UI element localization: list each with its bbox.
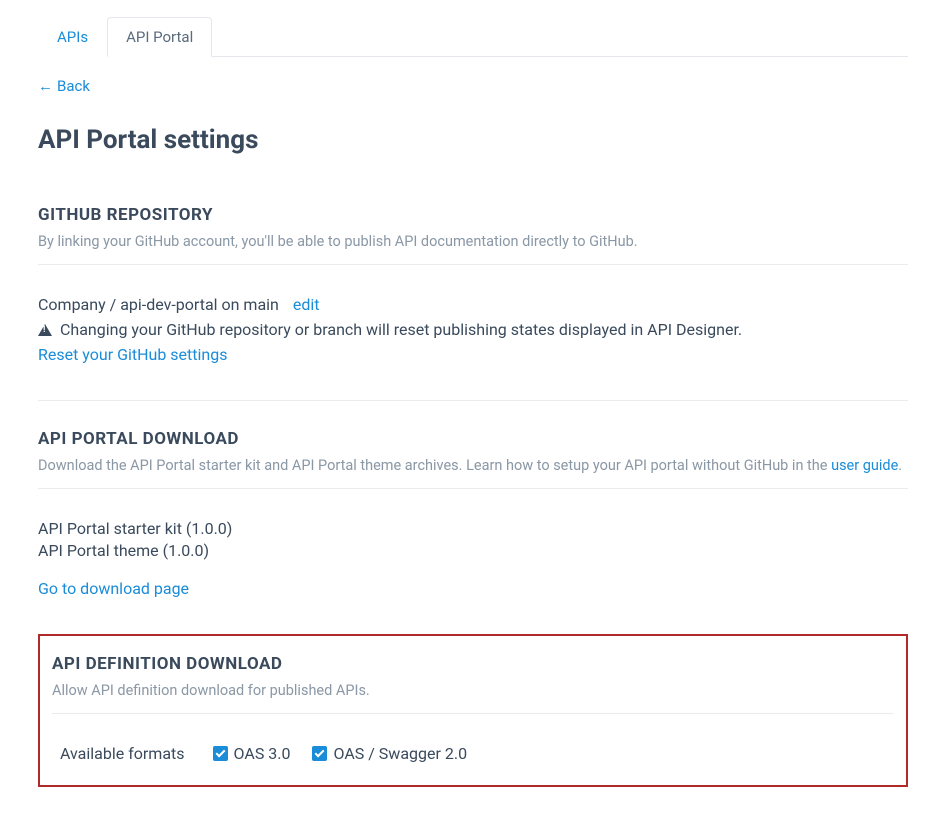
github-section-desc: By linking your GitHub account, you'll b… <box>38 233 908 250</box>
formats-label: Available formats <box>60 744 185 763</box>
user-guide-link[interactable]: user guide <box>831 457 898 474</box>
checkbox-swagger2-label: OAS / Swagger 2.0 <box>333 744 467 763</box>
checkbox-oas3-group: OAS 3.0 <box>213 744 291 763</box>
arrow-left-icon: ← <box>38 77 53 95</box>
repo-text: Company / api-dev-portal on main <box>38 295 279 314</box>
download-section-header: API PORTAL DOWNLOAD <box>38 429 908 449</box>
page-title: API Portal settings <box>38 125 908 155</box>
warning-icon <box>38 324 52 336</box>
github-section-header: GITHUB REPOSITORY <box>38 205 908 225</box>
checkbox-swagger2-group: OAS / Swagger 2.0 <box>312 744 467 763</box>
tab-apis[interactable]: APIs <box>38 17 107 57</box>
download-item-theme: API Portal theme (1.0.0) <box>38 541 908 560</box>
reset-github-link[interactable]: Reset your GitHub settings <box>38 345 908 364</box>
back-link-label: Back <box>57 77 90 95</box>
warning-text: Changing your GitHub repository or branc… <box>60 320 742 339</box>
tab-api-portal[interactable]: API Portal <box>107 17 212 57</box>
definition-section-desc: Allow API definition download for publis… <box>52 682 894 699</box>
divider <box>38 488 908 489</box>
checkbox-oas3[interactable] <box>213 746 228 761</box>
go-download-link[interactable]: Go to download page <box>38 579 189 598</box>
repo-line: Company / api-dev-portal on main edit <box>38 295 908 314</box>
definition-section-header: API DEFINITION DOWNLOAD <box>52 654 894 674</box>
api-portal-download-section: API PORTAL DOWNLOAD Download the API Por… <box>38 429 908 598</box>
divider <box>38 400 908 401</box>
formats-row: Available formats OAS 3.0 OAS / Swagger … <box>52 744 894 763</box>
checkbox-oas3-label: OAS 3.0 <box>234 744 291 763</box>
divider <box>52 713 894 714</box>
download-item-starter-kit: API Portal starter kit (1.0.0) <box>38 519 908 538</box>
github-repository-section: GITHUB REPOSITORY By linking your GitHub… <box>38 205 908 364</box>
warning-line: Changing your GitHub repository or branc… <box>38 320 908 339</box>
checkbox-swagger2[interactable] <box>312 746 327 761</box>
divider <box>38 264 908 265</box>
edit-link[interactable]: edit <box>293 295 320 314</box>
download-section-desc: Download the API Portal starter kit and … <box>38 457 908 474</box>
back-link[interactable]: ← Back <box>38 77 90 95</box>
tabs-bar: APIs API Portal <box>38 0 908 57</box>
api-definition-download-section: API DEFINITION DOWNLOAD Allow API defini… <box>38 634 908 787</box>
